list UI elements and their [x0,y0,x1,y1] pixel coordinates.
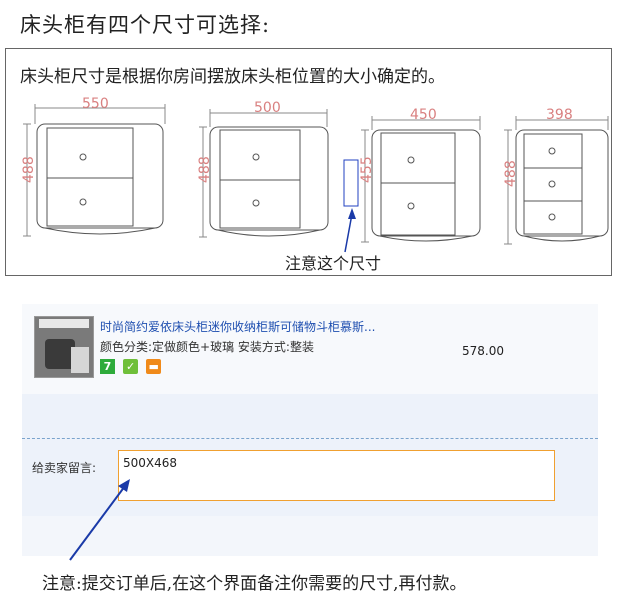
divider [22,438,598,439]
order-item-row: 时尚简约爱依床头柜迷你收纳柜斯可储物斗柜慕斯... 颜色分类:定做颜色+玻璃 安… [22,304,598,394]
arrow-to-455 [344,213,353,253]
thumbnail-label [39,319,89,328]
shield-icon[interactable]: ✓ [123,359,139,374]
width-label-450: 450 [410,107,437,123]
checkout-note: 注意:提交订单后,在这个界面备注你需要的尺寸,再付款。 [42,574,467,594]
table-shape [71,347,89,373]
width-label-500: 500 [254,100,281,116]
nightstand-500 [199,109,329,238]
height-label-488-a: 488 [21,156,37,183]
width-label-398: 398 [546,107,573,123]
seven-day-return-icon[interactable]: 7 [100,359,115,374]
height-label-488-b: 488 [197,156,213,183]
order-panel: 时尚简约爱依床头柜迷你收纳柜斯可储物斗柜慕斯... 颜色分类:定做颜色+玻璃 安… [22,304,598,556]
order-panel-footer [22,516,598,556]
card-icon[interactable]: ▬ [146,359,162,374]
height-label-488-c: 488 [503,160,519,187]
product-title-link[interactable]: 时尚简约爱依床头柜迷你收纳柜斯可储物斗柜慕斯... [100,318,375,335]
height-label-455: 455 [359,156,375,183]
nightstand-550 [23,104,166,237]
item-price: 578.00 [462,344,504,358]
seller-message-label: 给卖家留言: [32,461,97,475]
product-thumbnail[interactable] [34,316,94,378]
nightstand-398 [504,116,609,245]
dimension-note: 注意这个尺寸 [285,254,382,273]
arrow-head-icon [348,208,356,219]
product-options: 颜色分类:定做颜色+玻璃 安装方式:整装 [100,340,314,354]
service-badges: 7 ✓ ▬ [100,356,164,375]
width-label-550: 550 [82,96,109,112]
seller-message-input[interactable]: 500X468 [118,450,555,501]
